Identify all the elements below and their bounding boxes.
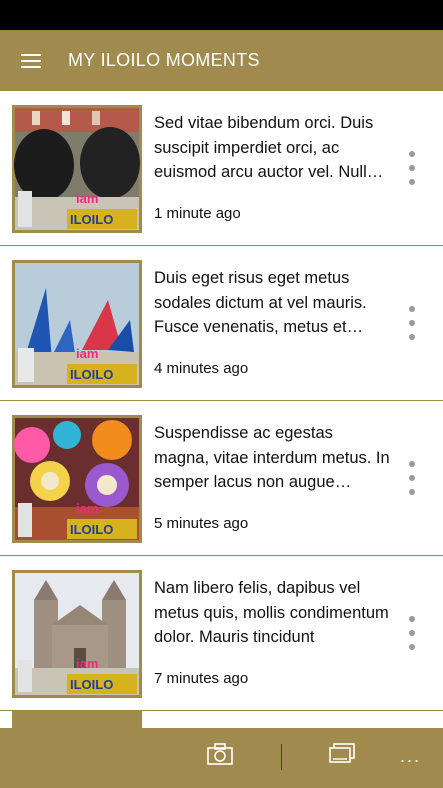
moment-thumbnail[interactable]: iam ILOILO (12, 260, 142, 388)
logo-iloilo-text: ILOILO (70, 522, 113, 537)
bulls-photo: iam ILOILO (14, 108, 140, 230)
more-icon[interactable]: ... (400, 746, 421, 767)
moment-text: Duis eget risus eget metus sodales dictu… (154, 269, 367, 336)
moment-text: Sed vitae bibendum orci. Duis suscipit i… (154, 114, 390, 181)
app-bar: ... (0, 728, 443, 788)
logo-i-am-text: iam (76, 191, 98, 206)
list-item[interactable]: iam ILOILO Suspendisse ac egestas magna,… (0, 401, 443, 556)
moments-list[interactable]: iam ILOILO Sed vitae bibendum orci. Duis… (0, 91, 443, 728)
gallery-button[interactable] (328, 742, 356, 771)
logo-iloilo-text: ILOILO (70, 367, 113, 382)
list-item[interactable]: iam ILOILO Nam libero felis, dapibus vel… (0, 556, 443, 711)
gallery-icon (329, 743, 355, 763)
camera-icon (207, 743, 233, 765)
moment-thumbnail[interactable]: iam ILOILO (12, 415, 142, 543)
logo-iloilo-text: ILOILO (70, 677, 113, 692)
moment-timestamp: 5 minutes ago (154, 515, 249, 532)
moment-timestamp: 1 minute ago (154, 205, 241, 222)
logo-iloilo-text: ILOILO (70, 212, 113, 227)
hamburger-menu-icon[interactable] (21, 53, 41, 68)
sails-photo: iam ILOILO (15, 263, 139, 385)
moment-thumbnail-partial[interactable] (12, 711, 142, 728)
moment-timestamp: 7 minutes ago (154, 670, 249, 687)
more-options-icon[interactable] (404, 616, 420, 650)
list-item[interactable]: iam ILOILO Duis eget risus eget metus so… (0, 246, 443, 401)
more-options-icon[interactable] (404, 151, 420, 185)
moment-thumbnail[interactable]: iam ILOILO (12, 105, 142, 233)
more-options-icon[interactable] (404, 461, 420, 495)
status-bar (0, 0, 443, 30)
camera-button[interactable] (206, 742, 234, 771)
moment-text: Nam libero felis, dapibus vel metus quis… (154, 579, 389, 646)
app-header: MY ILOILO MOMENTS (0, 30, 443, 91)
moment-text: Suspendisse ac egestas magna, vitae inte… (154, 424, 390, 491)
masks-photo: iam ILOILO (14, 418, 139, 540)
list-item[interactable]: iam ILOILO Sed vitae bibendum orci. Duis… (0, 91, 443, 246)
app-bar-divider (281, 744, 282, 770)
church-photo: iam ILOILO (15, 573, 139, 695)
more-options-icon[interactable] (404, 306, 420, 340)
moment-thumbnail[interactable]: iam ILOILO (12, 570, 142, 698)
logo-i-am-text: iam (76, 346, 98, 361)
moment-timestamp: 4 minutes ago (154, 360, 249, 377)
logo-i-am-text: iam (76, 501, 98, 516)
logo-i-am-text: iam (76, 656, 98, 671)
page-title: MY ILOILO MOMENTS (68, 50, 260, 70)
